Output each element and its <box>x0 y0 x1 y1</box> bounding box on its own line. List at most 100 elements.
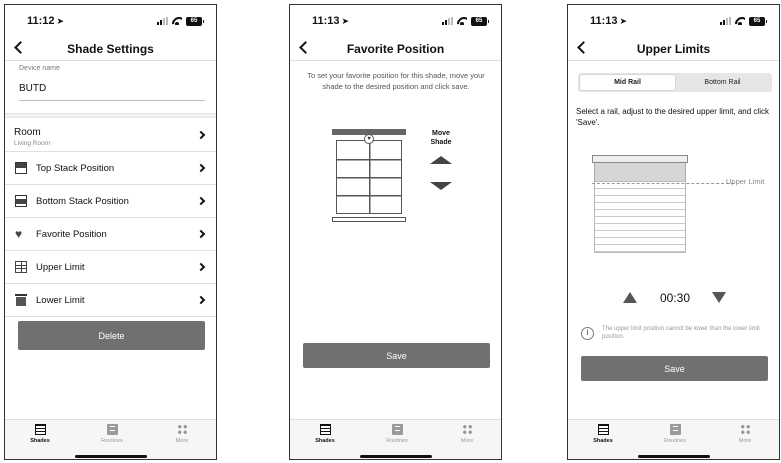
move-up-button[interactable] <box>430 156 452 164</box>
position-value: 00:30 <box>659 291 691 305</box>
status-time: 11:13 ➤ <box>590 15 628 27</box>
menu-item-label: Top Stack Position <box>36 163 115 174</box>
tab-more[interactable]: More <box>442 424 492 444</box>
menu-item-bottom-stack-position[interactable]: Bottom Stack Position <box>5 185 216 218</box>
room-row[interactable]: Room Living Room <box>5 118 216 152</box>
shade-settings-screen: 11:12 ➤ 65 Shade Settings Device name BUT… <box>4 4 217 460</box>
bottom-stack-icon <box>15 195 27 207</box>
menu-item-upper-limit[interactable]: Upper Limit <box>5 251 216 284</box>
tab-bar: Shades Routines More <box>568 419 779 459</box>
menu-item-favorite-position[interactable]: ♥ Favorite Position <box>5 218 216 251</box>
tab-more[interactable]: More <box>720 424 770 444</box>
status-time: 11:13 ➤ <box>312 15 350 27</box>
favorite-marker-icon: ♥ <box>364 134 374 144</box>
tab-label: Shades <box>593 438 613 444</box>
segment-mid-rail[interactable]: Mid Rail <box>580 75 675 90</box>
info-icon: i <box>581 327 594 340</box>
shades-icon <box>319 424 331 435</box>
settings-menu: Top Stack Position Bottom Stack Position… <box>5 152 216 317</box>
chevron-right-icon <box>196 130 206 140</box>
more-icon <box>176 424 188 435</box>
window-sill <box>332 217 406 222</box>
upper-limit-label: Upper Limit <box>726 177 765 186</box>
upper-limit-illustration <box>592 155 734 255</box>
menu-item-top-stack-position[interactable]: Top Stack Position <box>5 152 216 185</box>
battery-icon: 65 <box>186 16 204 26</box>
mid-rail-band <box>594 163 686 181</box>
save-button[interactable]: Save <box>581 356 768 381</box>
upper-limits-screen: 11:13 ➤ 65 Upper Limits Mid Rail Bottom R… <box>567 4 780 460</box>
delete-button[interactable]: Delete <box>18 321 205 350</box>
nav-bar: Favorite Position <box>290 35 501 61</box>
nav-bar: Upper Limits <box>568 35 779 61</box>
top-stack-icon <box>15 162 27 174</box>
device-name-label: Device name <box>19 65 60 72</box>
move-down-button[interactable] <box>430 182 452 190</box>
menu-item-label: Favorite Position <box>36 229 107 240</box>
battery-icon: 65 <box>749 16 767 26</box>
chevron-right-icon <box>196 295 206 305</box>
lower-button[interactable] <box>712 292 726 303</box>
chevron-right-icon <box>196 163 206 173</box>
move-shade-label: Move Shade <box>430 130 452 146</box>
home-indicator <box>638 455 710 458</box>
tab-more[interactable]: More <box>157 424 207 444</box>
status-bar: 11:13 ➤ 65 <box>290 5 501 35</box>
status-bar: 11:13 ➤ 65 <box>568 5 779 35</box>
instructions-text: To set your favorite position for this s… <box>307 71 485 91</box>
menu-item-label: Lower Limit <box>36 295 85 306</box>
tab-label: Routines <box>101 438 123 444</box>
tab-label: Shades <box>30 438 50 444</box>
tab-label: Shades <box>315 438 335 444</box>
chevron-right-icon <box>196 262 206 272</box>
tab-shades[interactable]: Shades <box>578 424 628 444</box>
menu-item-label: Bottom Stack Position <box>36 196 129 207</box>
home-indicator <box>360 455 432 458</box>
save-button[interactable]: Save <box>303 343 490 368</box>
status-icons: 65 <box>442 16 489 26</box>
tab-routines[interactable]: Routines <box>87 424 137 444</box>
wifi-icon <box>735 17 745 25</box>
raise-button[interactable] <box>623 292 637 303</box>
headrail <box>592 155 688 163</box>
tab-label: More <box>738 438 752 444</box>
tab-label: More <box>175 438 189 444</box>
more-icon <box>739 424 751 435</box>
shades-icon <box>34 424 46 435</box>
tab-shades[interactable]: Shades <box>15 424 65 444</box>
status-icons: 65 <box>157 16 204 26</box>
signal-icon <box>720 17 731 25</box>
shades-icon <box>597 424 609 435</box>
status-time: 11:12 ➤ <box>27 15 65 27</box>
tab-shades[interactable]: Shades <box>300 424 350 444</box>
window-frame <box>336 140 402 214</box>
signal-icon <box>157 17 168 25</box>
tab-bar: Shades Routines More <box>290 419 501 459</box>
rail-selector: Mid Rail Bottom Rail <box>578 73 772 92</box>
shade-fabric <box>594 181 686 253</box>
room-value: Living Room <box>14 140 51 147</box>
tab-label: More <box>460 438 474 444</box>
menu-item-lower-limit[interactable]: Lower Limit <box>5 284 216 317</box>
heart-icon: ♥ <box>15 227 23 241</box>
page-title: Upper Limits <box>636 42 711 56</box>
info-text: The upper limit position cannot be lower… <box>602 326 760 340</box>
home-indicator <box>75 455 147 458</box>
room-label: Room <box>14 127 41 138</box>
segment-bottom-rail[interactable]: Bottom Rail <box>675 75 770 90</box>
tab-bar: Shades Routines More <box>5 419 216 459</box>
device-name-field[interactable]: BUTD <box>19 83 205 101</box>
favorite-position-screen: 11:13 ➤ 65 Favorite Position To set your … <box>289 4 502 460</box>
tab-routines[interactable]: Routines <box>372 424 422 444</box>
routines-icon <box>669 424 681 435</box>
tab-label: Routines <box>664 438 686 444</box>
shade-illustration: ♥ <box>332 129 406 225</box>
routines-icon <box>391 424 403 435</box>
instructions-text: Select a rail, adjust to the desired upp… <box>576 107 769 127</box>
lower-limit-icon <box>15 294 27 306</box>
page-title: Favorite Position <box>346 42 445 56</box>
tab-routines[interactable]: Routines <box>650 424 700 444</box>
battery-icon: 65 <box>471 16 489 26</box>
page-title: Shade Settings <box>67 42 154 56</box>
more-icon <box>461 424 473 435</box>
